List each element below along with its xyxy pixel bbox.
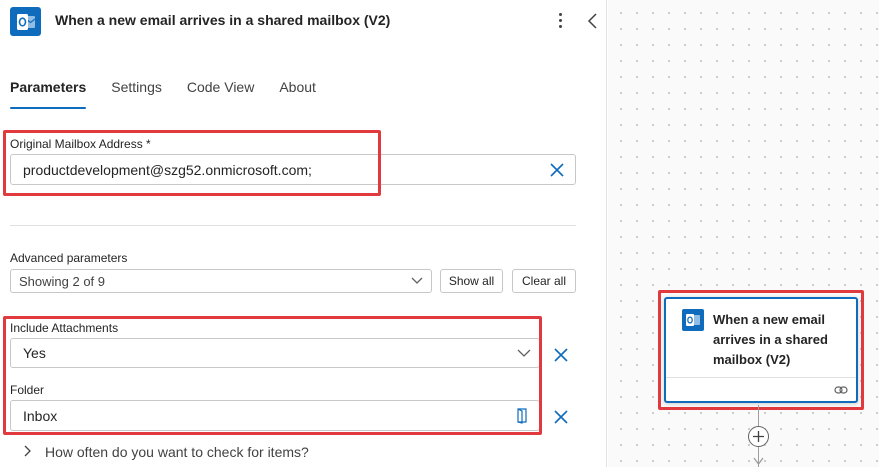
mailbox-address-input[interactable]: productdevelopment@szg52.onmicrosoft.com…	[10, 154, 576, 185]
folder-input[interactable]: Inbox	[10, 400, 540, 431]
include-attachments-label: Include Attachments	[10, 321, 119, 335]
parameters-panel: When a new email arrives in a shared mai…	[0, 0, 607, 467]
mailbox-address-value: productdevelopment@szg52.onmicrosoft.com…	[23, 161, 312, 178]
advanced-parameters-dropdown[interactable]: Showing 2 of 9	[10, 269, 432, 293]
advanced-parameters-selected: Showing 2 of 9	[19, 273, 106, 289]
add-step-icon[interactable]	[748, 426, 769, 447]
collapse-panel-icon[interactable]	[585, 11, 601, 31]
include-attachments-dropdown[interactable]: Yes	[10, 338, 540, 368]
link-icon	[834, 386, 848, 394]
tab-about[interactable]: About	[279, 79, 316, 109]
tab-bar: Parameters Settings Code View About	[10, 79, 341, 109]
outlook-icon	[10, 7, 41, 36]
tab-settings[interactable]: Settings	[111, 79, 162, 109]
remove-attachments-param-icon[interactable]	[552, 346, 570, 364]
recurrence-section-toggle[interactable]: How often do you want to check for items…	[45, 444, 309, 460]
arrow-down-icon	[753, 457, 764, 466]
folder-label: Folder	[10, 383, 45, 397]
chevron-down-icon	[410, 273, 424, 287]
more-options-icon[interactable]	[554, 10, 566, 32]
folder-value: Inbox	[23, 407, 58, 424]
panel-title: When a new email arrives in a shared mai…	[55, 12, 391, 28]
chevron-down-icon	[516, 345, 532, 361]
clear-mailbox-icon[interactable]	[548, 161, 566, 179]
include-attachments-value: Yes	[23, 345, 46, 361]
mailbox-label: Original Mailbox Address *	[10, 137, 151, 151]
advanced-parameters-label: Advanced parameters	[10, 251, 128, 265]
tab-parameters[interactable]: Parameters	[10, 79, 87, 109]
clear-all-button[interactable]: Clear all	[512, 269, 576, 293]
show-all-button[interactable]: Show all	[440, 269, 503, 293]
folder-picker-icon[interactable]	[514, 407, 530, 424]
trigger-card-title: When a new email arrives in a shared mai…	[713, 312, 828, 367]
divider	[10, 225, 576, 226]
tab-code-view[interactable]: Code View	[187, 79, 254, 109]
remove-folder-param-icon[interactable]	[552, 408, 570, 426]
outlook-icon	[682, 309, 704, 331]
chevron-right-icon[interactable]	[22, 444, 34, 458]
trigger-card-footer	[666, 377, 856, 403]
trigger-card[interactable]: When a new email arrives in a shared mai…	[664, 297, 858, 403]
